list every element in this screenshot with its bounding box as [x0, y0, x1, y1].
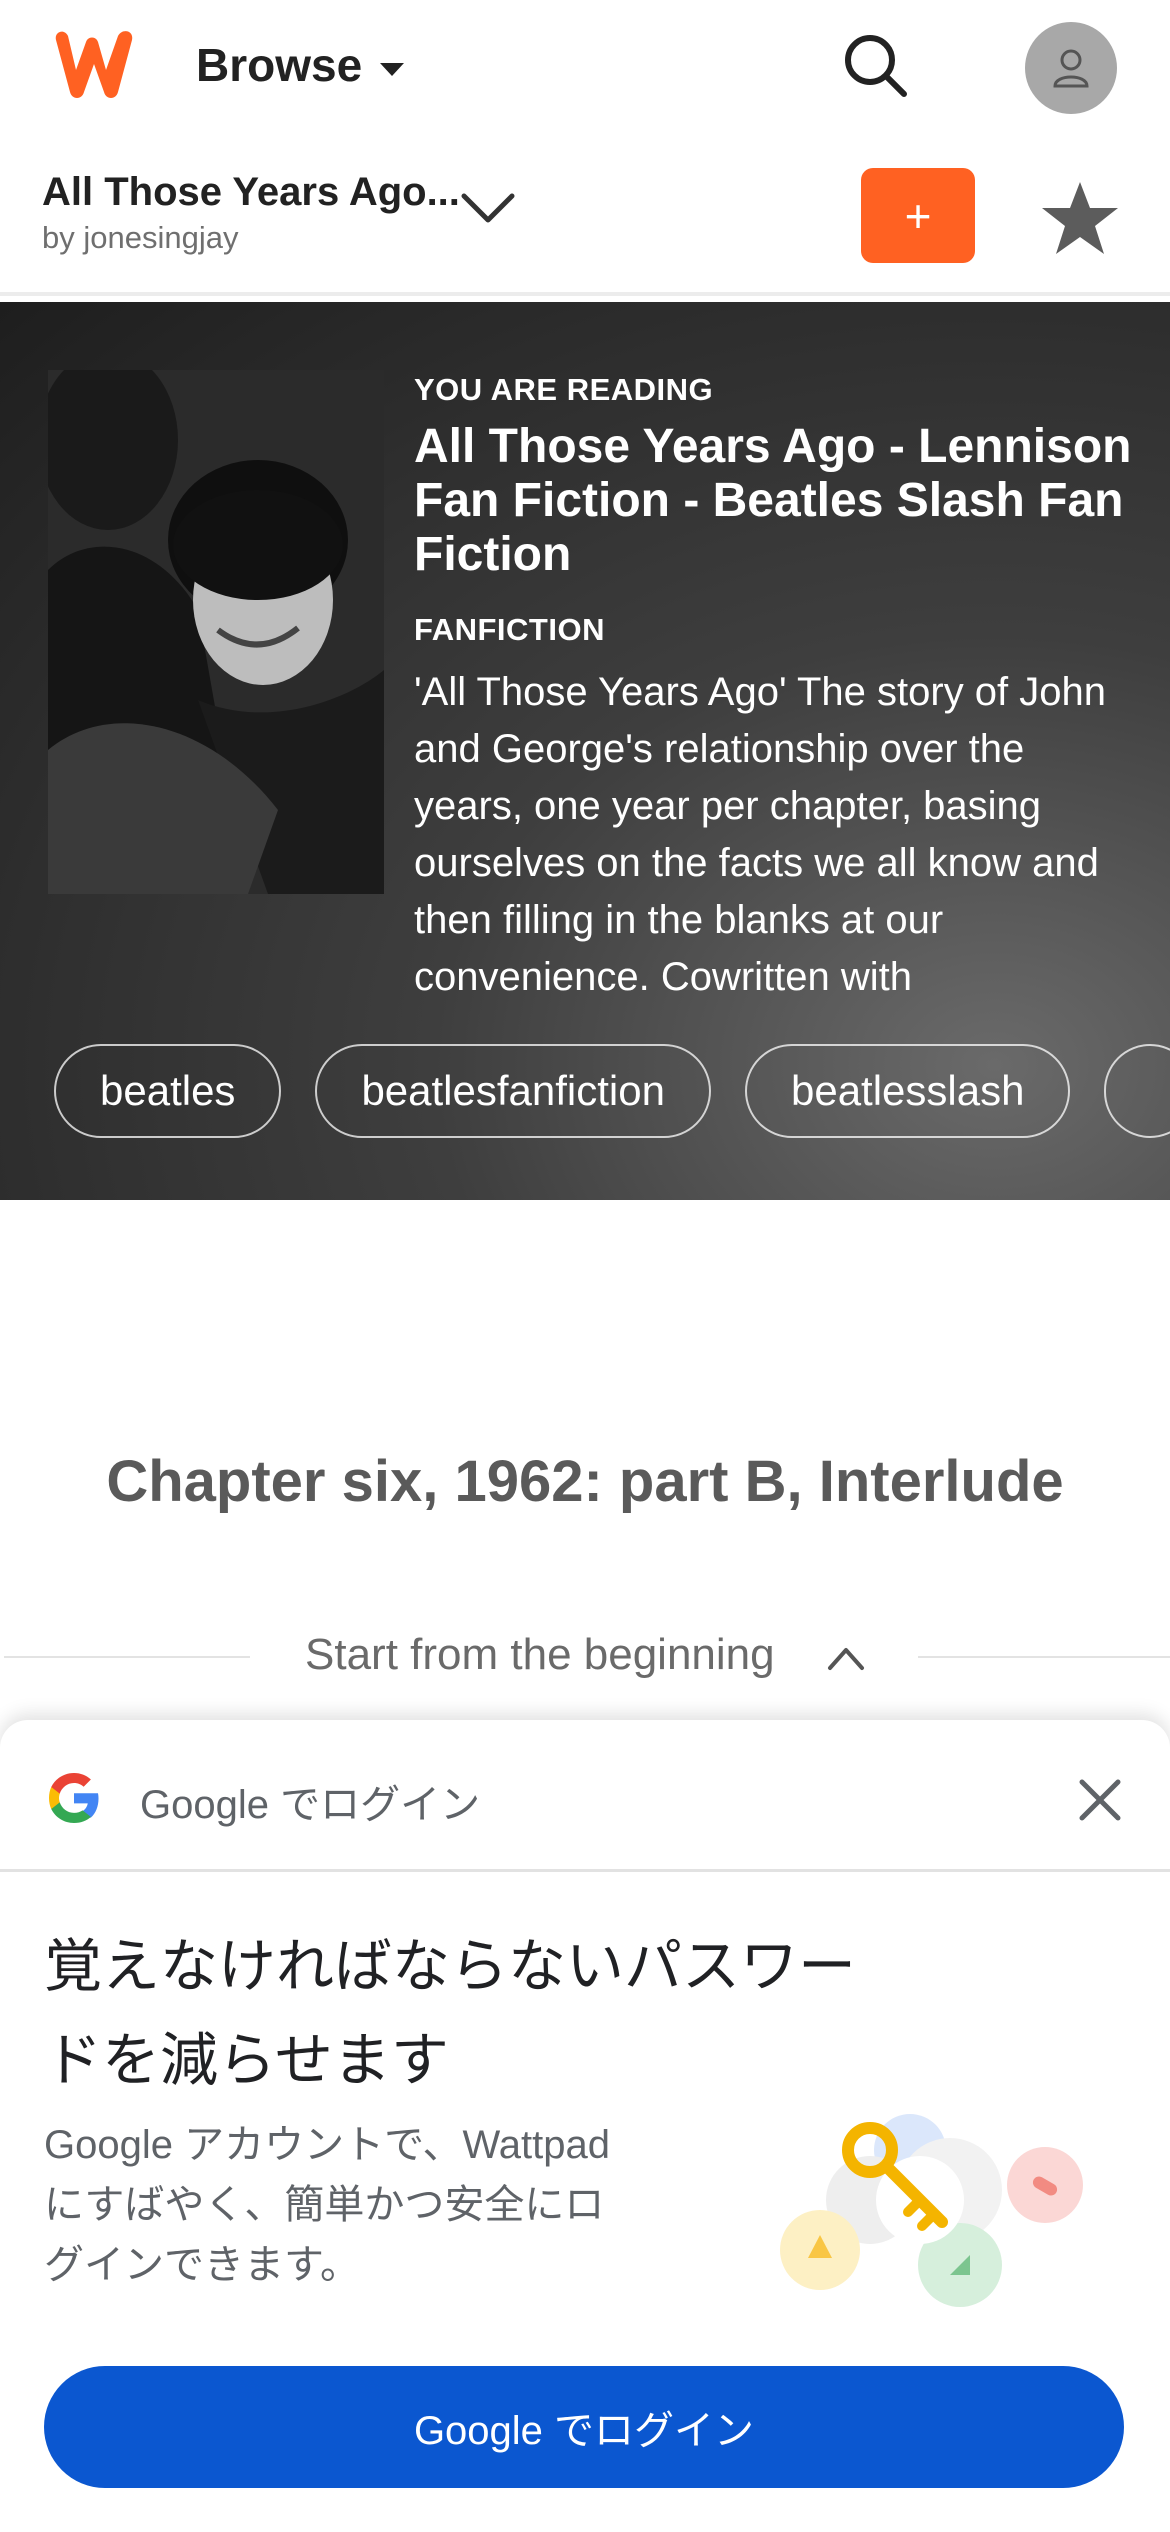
story-cover-image[interactable] [48, 370, 384, 894]
chevron-down-icon[interactable] [460, 188, 516, 228]
hero-story-title: All Those Years Ago - Lennison Fan Ficti… [414, 420, 1132, 581]
start-from-beginning-row[interactable]: Start from the beginning [0, 1622, 1170, 1692]
user-icon [1053, 49, 1089, 88]
tag-partial[interactable] [1104, 1044, 1170, 1138]
cover-photo [48, 370, 384, 894]
story-author[interactable]: by jonesingjay [42, 220, 238, 256]
you-are-reading-label: YOU ARE READING [414, 372, 714, 407]
tag-beatles[interactable]: beatles [54, 1044, 282, 1138]
browse-menu[interactable]: Browse [196, 38, 405, 92]
story-description: 'All Those Years Ago' The story of John … [414, 670, 1107, 999]
google-sheet-body: Google アカウントで、Wattpad にすばやく、簡単かつ安全にログインで… [44, 2123, 610, 2287]
wattpad-logo-icon[interactable] [48, 26, 146, 106]
google-sheet-header: Google でログイン [0, 1720, 1170, 1872]
story-bar: All Those Years Ago... by jonesingjay + [0, 140, 1170, 296]
close-icon[interactable] [1072, 1772, 1128, 1828]
key-illustration-icon [780, 2114, 1083, 2307]
avatar[interactable] [1025, 22, 1117, 114]
google-g-icon [49, 1773, 99, 1823]
start-from-beginning-label[interactable]: Start from the beginning [305, 1630, 775, 1680]
google-signin-button[interactable]: Google でログイン [44, 2366, 1124, 2488]
divider [4, 1656, 250, 1658]
story-category[interactable]: FANFICTION [414, 612, 605, 648]
google-signin-sheet: Google でログイン 覚えなければならないパスワードを減らせます Googl… [0, 1720, 1170, 2532]
google-sheet-heading: 覚えなければならないパスワードを減らせます [44, 1934, 857, 2093]
tag-list: beatles beatlesfanfiction beatlesslash [54, 1044, 1170, 1138]
divider [918, 1656, 1170, 1658]
caret-down-icon [380, 62, 405, 76]
search-icon[interactable] [840, 30, 912, 102]
tag-beatlesslash[interactable]: beatlesslash [744, 1044, 1071, 1138]
chevron-up-icon[interactable] [826, 1644, 866, 1672]
google-sheet-header-text: Google でログイン [140, 1783, 481, 1827]
star-icon[interactable] [1040, 180, 1120, 256]
story-title[interactable]: All Those Years Ago... [42, 170, 460, 215]
tag-beatlesfanfiction[interactable]: beatlesfanfiction [315, 1044, 711, 1138]
story-hero: YOU ARE READING All Those Years Ago - Le… [0, 302, 1170, 1200]
add-to-library-button[interactable]: + [861, 168, 975, 263]
chapter-title: Chapter six, 1962: part B, Interlude [106, 1449, 1064, 1514]
top-bar: Browse [0, 0, 1170, 140]
browse-label: Browse [196, 39, 363, 91]
